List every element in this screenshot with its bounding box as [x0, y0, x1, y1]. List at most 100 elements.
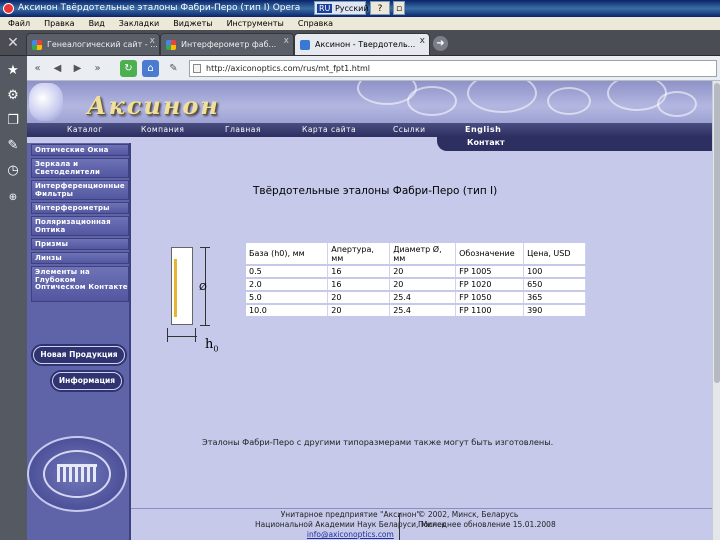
rewind-icon[interactable]: «	[29, 60, 46, 77]
page-scrollbar[interactable]	[712, 81, 720, 540]
tab-interferometer[interactable]: Интерферометр фаб... x	[160, 33, 294, 56]
footer-email-link[interactable]: info@axiconoptics.com	[255, 530, 446, 540]
table-cell: 25.4	[389, 304, 457, 318]
scrollbar-thumb[interactable]	[714, 83, 720, 383]
table-row: 0.5 16 20 FP 1005 100	[246, 265, 586, 279]
table-cell: 2.0	[246, 278, 329, 292]
nav-catalog[interactable]: Каталог	[67, 123, 103, 137]
bookmarks-star-icon[interactable]: ★	[3, 61, 23, 81]
new-tab-icon[interactable]: ➜	[433, 36, 448, 51]
menu-tools[interactable]: Инструменты	[227, 17, 284, 30]
ring-decoration	[547, 87, 591, 115]
sidebar-item-polarization[interactable]: Поляризационная Оптика	[31, 216, 129, 236]
google-favicon-icon	[166, 40, 176, 50]
table-cell: FP 1100	[455, 304, 525, 318]
help-button[interactable]: ?	[370, 1, 390, 15]
table-cell: FP 1020	[455, 278, 525, 292]
lens-decoration	[29, 83, 63, 121]
windows-icon[interactable]: ❐	[3, 111, 23, 131]
menu-widgets[interactable]: Виджеты	[173, 17, 212, 30]
sidebar-item-optical-contact[interactable]: Элементы на Глубоком Оптическом Контакте	[31, 266, 129, 302]
navigation-bar: « ◀ ▶ » ↻ ⌂ ✎ http://axiconoptics.com/ru…	[27, 56, 720, 81]
column-header: Цена, USD	[523, 243, 586, 266]
table-cell: 25.4	[389, 291, 457, 305]
menu-bookmarks[interactable]: Закладки	[119, 17, 159, 30]
tab-label: Интерферометр фаб...	[181, 40, 277, 49]
sidebar-item-mirrors[interactable]: Зеркала и Светоделители	[31, 158, 129, 178]
close-tab-icon[interactable]: x	[284, 34, 289, 52]
table-cell: 20	[327, 304, 391, 318]
sidebar-item-lenses[interactable]: Линзы	[31, 252, 129, 264]
table-cell: FP 1005	[455, 265, 525, 279]
menu-bar: Файл Правка Вид Закладки Виджеты Инструменты С…	[0, 17, 720, 30]
table-cell: 5.0	[246, 291, 329, 305]
academy-emblem-logo	[27, 436, 127, 512]
sidebar-item-prisms[interactable]: Призмы	[31, 238, 129, 250]
new-products-button[interactable]: Новая Продукция	[33, 346, 125, 364]
tools-icon[interactable]: ✕	[2, 33, 24, 53]
diameter-symbol: Ø	[199, 282, 207, 293]
spec-table: База (h0), мм Апертура, мм Диаметр Ø, мм…	[246, 243, 586, 318]
menu-file[interactable]: Файл	[8, 17, 30, 30]
footer-separator	[399, 513, 400, 540]
reload-icon[interactable]: ↻	[120, 60, 137, 77]
page-icon	[193, 64, 201, 73]
page-favicon-icon	[300, 40, 310, 50]
contact-bar: Контакт	[437, 137, 712, 151]
address-field[interactable]: http://axiconoptics.com/rus/mt_fpt1.html	[189, 60, 717, 77]
table-cell: 16	[327, 265, 391, 279]
table-cell: 20	[327, 291, 391, 305]
close-tab-icon[interactable]: x	[420, 34, 425, 52]
opera-icon	[3, 3, 14, 14]
window-titlebar: Аксинон Твёрдотельные эталоны Фабри-Перо…	[0, 0, 720, 17]
menu-help[interactable]: Справка	[298, 17, 333, 30]
table-cell: 20	[389, 278, 457, 292]
information-button[interactable]: Информация	[52, 372, 122, 390]
site-banner: Аксинон	[27, 81, 712, 123]
sidebar-item-interferometers[interactable]: Интерферометры	[31, 202, 129, 214]
thickness-subscript: 0	[213, 344, 219, 354]
menu-view[interactable]: Вид	[89, 17, 105, 30]
settings-gear-icon[interactable]: ⚙	[3, 86, 23, 106]
table-cell: 10.0	[246, 304, 329, 318]
nav-company[interactable]: Компания	[141, 123, 184, 137]
fast-forward-icon[interactable]: »	[89, 60, 106, 77]
nav-sitemap[interactable]: Карта сайта	[302, 123, 356, 137]
sidebar-item-optical-windows[interactable]: Оптические Окна	[31, 144, 129, 156]
tools-icon[interactable]: ✎	[3, 136, 23, 156]
language-indicator[interactable]: RU Русский	[314, 1, 369, 15]
menu-edit[interactable]: Правка	[44, 17, 74, 30]
home-icon[interactable]: ⌂	[142, 60, 159, 77]
nav-home[interactable]: Главная	[225, 123, 261, 137]
edit-icon[interactable]: ✎	[165, 60, 182, 77]
tab-label: Генеалогический сайт - ...	[47, 40, 158, 49]
sidebar-item-filters[interactable]: Интерференционные Фильтры	[31, 180, 129, 200]
column-header: Апертура, мм	[327, 243, 391, 266]
back-icon[interactable]: ◀	[49, 60, 66, 77]
tab-axicon[interactable]: Аксинон - Твердотель... x	[294, 33, 430, 56]
google-favicon-icon	[32, 40, 42, 50]
nav-english[interactable]: English	[465, 123, 501, 137]
window-control-button[interactable]: ▫	[393, 1, 405, 15]
close-tab-icon[interactable]: x	[150, 34, 155, 52]
table-row: 5.0 20 25.4 FP 1050 365	[246, 291, 586, 305]
forward-icon[interactable]: ▶	[69, 60, 86, 77]
history-clock-icon[interactable]: ◷	[3, 161, 23, 181]
ring-decoration	[407, 86, 457, 116]
opera-panel-sidebar: ★ ⚙ ❐ ✎ ◷ ⊕	[0, 56, 27, 540]
window-title: Аксинон Твёрдотельные эталоны Фабри-Перо…	[18, 3, 301, 13]
table-cell: 390	[523, 304, 586, 318]
add-panel-icon[interactable]: ⊕	[3, 188, 23, 208]
page-title: Твёрдотельные эталоны Фабри-Перо (тип I)	[253, 185, 498, 197]
availability-note: Эталоны Фабри-Перо с другими типоразмера…	[202, 437, 554, 447]
footer-divider	[131, 508, 712, 509]
table-cell: 20	[389, 265, 457, 279]
nav-links[interactable]: Ссылки	[393, 123, 425, 137]
address-url: http://axiconoptics.com/rus/mt_fpt1.html	[206, 64, 370, 73]
site-logo[interactable]: Аксинон	[87, 92, 220, 120]
footer-last-updated: Последнее обновление 15.01.2008	[418, 520, 556, 529]
nav-contact[interactable]: Контакт	[467, 137, 505, 149]
table-cell: 100	[523, 265, 586, 279]
tab-genealogy[interactable]: Генеалогический сайт - ... x	[26, 33, 160, 56]
footer-copyright: © 2002, Минск, Беларусь	[418, 510, 519, 519]
